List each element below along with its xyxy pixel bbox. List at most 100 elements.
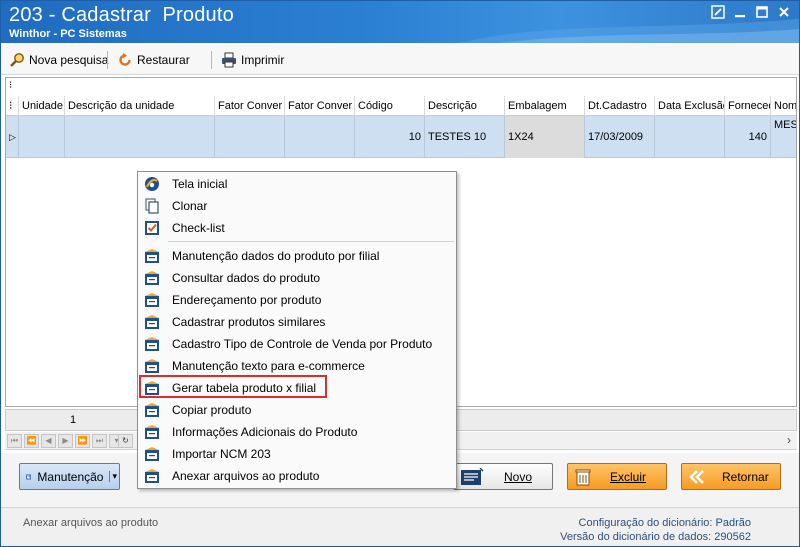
menu-item-label: Clonar: [172, 199, 208, 213]
title-bar: 203 - Cadastrar Produto Winthor - PC Sis…: [1, 1, 799, 43]
trash-icon: [575, 469, 591, 485]
column-chooser-icon[interactable]: ⁝: [9, 80, 12, 91]
cell-descricao-unidade[interactable]: [65, 116, 215, 158]
column-header[interactable]: Dt.Cadastro: [585, 96, 655, 116]
last-record-icon[interactable]: ⏭: [92, 434, 107, 448]
menu-item-label: Manutenção dados do produto por filial: [172, 249, 380, 263]
return-arrows-icon: [689, 469, 704, 484]
next-page-icon[interactable]: ⏩: [75, 434, 90, 448]
novo-label: Novo: [504, 469, 533, 484]
edit-window-icon[interactable]: [709, 5, 727, 21]
config-label: Configuração do dicionário:: [578, 517, 713, 529]
copy-icon: [145, 198, 159, 214]
first-record-icon[interactable]: ⏮: [7, 434, 22, 448]
menu-item-consultar-dados[interactable]: Consultar dados do produto: [138, 267, 456, 289]
cell-descricao[interactable]: TESTES 10: [425, 116, 505, 158]
row-indicator-icon: ▷: [6, 116, 19, 158]
prev-record-icon[interactable]: ◀: [41, 434, 56, 448]
version-value: 290562: [714, 531, 751, 543]
menu-item-label: Cadastro Tipo de Controle de Venda por P…: [172, 337, 433, 351]
cell-fornecedor[interactable]: 140: [725, 116, 771, 158]
menu-item-label: Informações Adicionais do Produto: [172, 425, 358, 439]
cell-unidade[interactable]: [19, 116, 65, 158]
scroll-right-icon[interactable]: ›: [787, 433, 791, 447]
home-icon: [145, 177, 159, 191]
menu-item-anexar-arquivos[interactable]: Anexar arquivos ao produto: [138, 465, 456, 487]
menu-item-copiar-produto[interactable]: Copiar produto: [138, 399, 456, 421]
menu-item-controle-venda[interactable]: Cadastro Tipo de Controle de Venda por P…: [138, 333, 456, 355]
excluir-button[interactable]: Excluir: [567, 463, 667, 490]
status-hint: Anexar arquivos ao produto: [23, 517, 159, 529]
maximize-icon[interactable]: [753, 5, 771, 21]
nova-pesquisa-button[interactable]: Nova pesquisa: [9, 49, 108, 71]
excluir-label: Excluir: [610, 469, 647, 484]
menu-item-label: Consultar dados do produto: [172, 271, 321, 285]
toolbar-divider: [211, 51, 212, 69]
column-header[interactable]: Nom: [771, 96, 796, 116]
menu-item-importar-ncm[interactable]: Importar NCM 203: [138, 443, 456, 465]
next-record-icon[interactable]: ▶: [58, 434, 73, 448]
form-icon: [145, 359, 159, 373]
manutencao-label: Manutenção: [37, 469, 104, 484]
retornar-label: Retornar: [722, 469, 769, 484]
prev-page-icon[interactable]: ⏪: [24, 434, 39, 448]
restaurar-button[interactable]: Restaurar: [117, 49, 190, 71]
menu-item-clonar[interactable]: Clonar: [138, 195, 456, 217]
menu-separator: [168, 241, 454, 242]
menu-item-label: Tela inicial: [172, 177, 228, 191]
minimize-icon[interactable]: [731, 5, 749, 21]
grid-header: ⁝ Unidade Descrição da unidade Fator Con…: [6, 96, 796, 116]
form-icon: [145, 403, 159, 417]
menu-item-label: Manutenção texto para e-commerce: [172, 359, 365, 373]
context-menu: Tela inicial Clonar Check-list Manutençã…: [137, 171, 457, 489]
nova-pesquisa-label: Nova pesquisa: [29, 53, 109, 67]
close-icon[interactable]: [775, 5, 793, 21]
cell-fator-conversao-2[interactable]: [285, 116, 355, 158]
menu-item-label: Copiar produto: [172, 403, 252, 417]
menu-item-check-list[interactable]: Check-list: [138, 217, 456, 239]
cell-fator-conversao-1[interactable]: [215, 116, 285, 158]
dropdown-arrow-icon[interactable]: ▾: [109, 471, 117, 482]
restore-icon: [119, 53, 131, 66]
cell-data-exclusao[interactable]: [655, 116, 725, 158]
column-header[interactable]: Fator Conver: [215, 96, 285, 116]
column-header[interactable]: Descrição da unidade: [65, 96, 215, 116]
column-header[interactable]: Fator Conver: [285, 96, 355, 116]
form-icon: [145, 315, 159, 329]
search-icon: [10, 53, 24, 67]
cell-embalagem[interactable]: 1X24: [505, 116, 585, 158]
cell-nome[interactable]: MESS: [771, 116, 796, 158]
status-bar: Anexar arquivos ao produto Configuração …: [1, 507, 799, 546]
column-header[interactable]: Embalagem: [505, 96, 585, 116]
menu-item-label: Endereçamento por produto: [172, 293, 322, 307]
window-subtitle: Winthor - PC Sistemas: [9, 28, 127, 40]
menu-item-tela-inicial[interactable]: Tela inicial: [138, 173, 456, 195]
imprimir-label: Imprimir: [241, 53, 285, 67]
novo-button[interactable]: Novo: [453, 463, 553, 490]
imprimir-button[interactable]: Imprimir: [221, 49, 284, 71]
menu-item-informacoes-adicionais[interactable]: Informações Adicionais do Produto: [138, 421, 456, 443]
restaurar-label: Restaurar: [137, 53, 190, 67]
cell-codigo[interactable]: 10: [355, 116, 425, 158]
menu-item-manutencao-filial[interactable]: Manutenção dados do produto por filial: [138, 245, 456, 267]
grid-group-panel: ⁝: [6, 78, 796, 96]
menu-item-produtos-similares[interactable]: Cadastrar produtos similares: [138, 311, 456, 333]
menu-item-label: Check-list: [172, 221, 225, 235]
column-header[interactable]: Código: [355, 96, 425, 116]
column-header[interactable]: Fornecedo: [725, 96, 771, 116]
new-record-icon: [461, 467, 484, 485]
refresh-icon[interactable]: ↻: [118, 434, 133, 448]
row-indicator-header: ⁝: [6, 96, 19, 116]
manutencao-button[interactable]: Manutenção ▾: [19, 463, 120, 490]
retornar-button[interactable]: Retornar: [681, 463, 781, 490]
table-row[interactable]: ▷ 10 TESTES 10 1X24 17/03/2009 140 MESS: [6, 116, 796, 158]
form-icon: [145, 271, 159, 285]
column-header[interactable]: Data Exclusão: [655, 96, 725, 116]
menu-item-texto-ecommerce[interactable]: Manutenção texto para e-commerce: [138, 355, 456, 377]
form-icon: [145, 425, 159, 439]
cell-dt-cadastro[interactable]: 17/03/2009: [585, 116, 655, 158]
column-header[interactable]: Unidade: [19, 96, 65, 116]
checklist-icon: [145, 221, 159, 235]
column-header[interactable]: Descrição: [425, 96, 505, 116]
menu-item-enderecamento[interactable]: Endereçamento por produto: [138, 289, 456, 311]
